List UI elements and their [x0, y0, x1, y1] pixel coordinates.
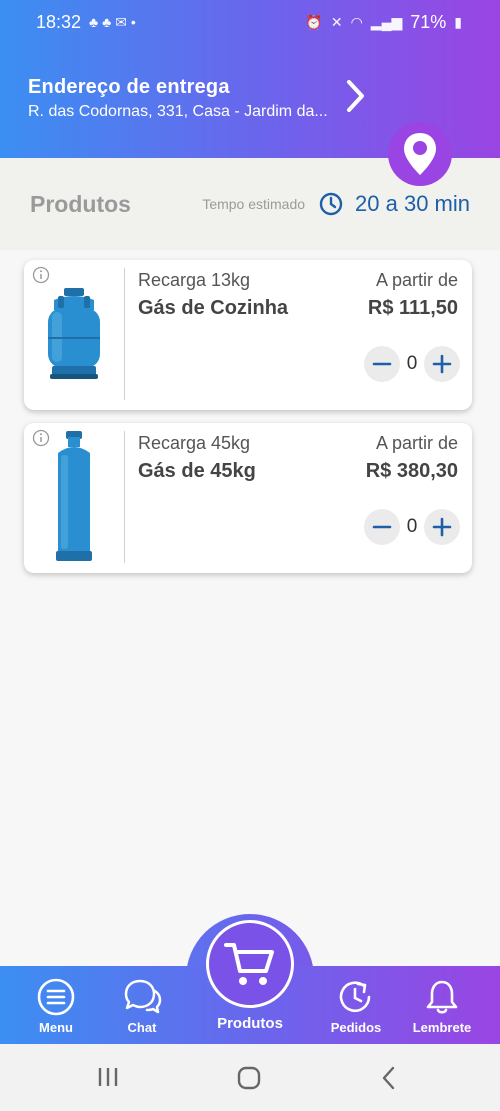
- recent-apps-icon[interactable]: [96, 1066, 120, 1088]
- wifi-icon: ◠: [350, 13, 363, 30]
- price-from-label: A partir de: [375, 433, 458, 453]
- chevron-right-icon[interactable]: [340, 76, 370, 116]
- nav-chat-label: Chat: [127, 1020, 157, 1035]
- minus-icon: [372, 525, 392, 529]
- status-time: 18:32: [36, 11, 82, 32]
- battery-icon: ▮: [454, 13, 462, 30]
- product-card[interactable]: Recarga 13kg Gás de Cozinha A partir de …: [24, 260, 472, 410]
- nav-chat[interactable]: Chat: [100, 966, 184, 1044]
- increase-button[interactable]: [424, 346, 460, 382]
- address-text: R. das Codornas, 331, Casa - Jardim da..…: [28, 103, 328, 120]
- product-price: R$ 111,50: [367, 297, 458, 319]
- location-pin-button[interactable]: [388, 122, 452, 186]
- plus-icon: [432, 517, 452, 537]
- nav-menu-label: Menu: [39, 1020, 73, 1035]
- mute-icon: ✕: [330, 13, 343, 30]
- decrease-button[interactable]: [364, 509, 400, 545]
- plus-icon: [432, 354, 452, 374]
- cart-icon: [224, 943, 274, 985]
- nav-produtos[interactable]: [206, 920, 294, 1008]
- info-icon[interactable]: [32, 429, 50, 447]
- chat-icon: [124, 979, 162, 1014]
- menu-icon: [37, 978, 75, 1016]
- product-price: R$ 380,30: [365, 460, 458, 482]
- status-bar: 18:32 ♣ ♣ ✉ • ⏰ ✕ ◠ ▂▄▆ 71% ▮: [0, 0, 500, 44]
- quantity-value: 0: [406, 516, 418, 537]
- order-history-icon: [339, 981, 371, 1013]
- info-icon[interactable]: [32, 266, 50, 284]
- nav-menu[interactable]: Menu: [14, 966, 98, 1044]
- clock-icon: [319, 192, 343, 216]
- products-title: Produtos: [30, 190, 131, 217]
- signal-icon: ▂▄▆: [370, 13, 403, 30]
- product-card[interactable]: Recarga 45kg Gás de 45kg A partir de R$ …: [24, 423, 472, 573]
- product-name: Gás de Cozinha: [138, 297, 289, 319]
- system-nav-bar: [0, 1044, 500, 1111]
- home-icon[interactable]: [236, 1065, 262, 1091]
- card-divider: [124, 431, 125, 563]
- gas-cylinder-13kg-image: [48, 288, 100, 379]
- back-icon[interactable]: [378, 1065, 400, 1091]
- decrease-button[interactable]: [364, 346, 400, 382]
- address-title: Endereço de entrega: [28, 76, 230, 98]
- product-name: Gás de 45kg: [138, 460, 256, 482]
- nav-produtos-label: Produtos: [217, 1015, 283, 1032]
- product-subtitle: Recarga 45kg: [138, 433, 251, 453]
- nav-lembrete[interactable]: Lembrete: [400, 966, 484, 1044]
- alarm-icon: ⏰: [305, 13, 323, 30]
- delivery-address[interactable]: Endereço de entrega R. das Codornas, 331…: [28, 76, 348, 121]
- bell-icon: [426, 980, 458, 1014]
- eta-label: Tempo estimado: [202, 196, 306, 212]
- price-from-label: A partir de: [375, 270, 458, 290]
- battery-level: 71%: [410, 11, 447, 32]
- eta-value: 20 a 30 min: [355, 191, 470, 216]
- nav-pedidos[interactable]: Pedidos: [314, 966, 398, 1044]
- quantity-value: 0: [406, 353, 418, 374]
- location-pin-icon: [404, 133, 436, 175]
- nav-pedidos-label: Pedidos: [330, 1020, 382, 1035]
- minus-icon: [372, 362, 392, 366]
- quantity-stepper: 0: [364, 346, 460, 382]
- gas-cylinder-45kg-image: [56, 431, 92, 561]
- nav-lembrete-label: Lembrete: [412, 1020, 472, 1035]
- notification-icon: ♣ ♣ ✉ •: [89, 13, 136, 30]
- quantity-stepper: 0: [364, 509, 460, 545]
- card-divider: [124, 268, 125, 400]
- product-subtitle: Recarga 13kg: [138, 270, 251, 290]
- increase-button[interactable]: [424, 509, 460, 545]
